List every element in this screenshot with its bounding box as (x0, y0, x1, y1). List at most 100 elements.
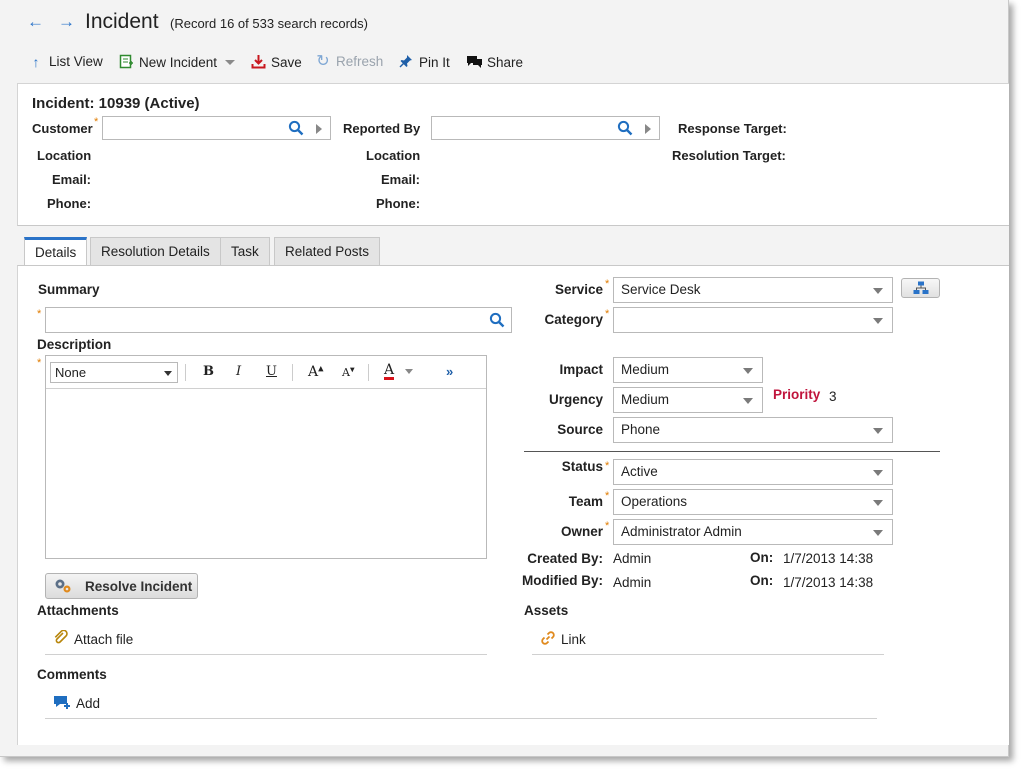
customer-lookup-input[interactable] (102, 116, 331, 140)
reported-by-lookup-input[interactable] (431, 116, 660, 140)
add-comment-link[interactable]: Add (53, 694, 100, 713)
service-hierarchy-button[interactable] (901, 278, 940, 298)
font-size-increase-icon[interactable]: A▲ (308, 364, 324, 380)
search-icon[interactable] (288, 120, 304, 136)
share-label: Share (487, 55, 524, 70)
new-incident-button[interactable]: New Incident (118, 54, 236, 71)
attachments-divider (45, 654, 487, 655)
arrow-up-icon: ↑ (32, 53, 40, 70)
required-marker: * (605, 520, 610, 532)
comments-divider (45, 718, 877, 719)
record-info: (Record 16 of 533 search records) (170, 16, 368, 31)
link-asset-link[interactable]: Link (540, 630, 586, 649)
created-on-label: On: (750, 550, 774, 565)
font-size-decrease-icon[interactable]: A▼ (342, 366, 355, 379)
required-marker: * (37, 357, 42, 369)
reporter-phone-label: Phone: (376, 196, 421, 211)
pin-it-button[interactable]: Pin It (398, 54, 450, 70)
incident-window: ← → Incident (Record 16 of 533 search re… (0, 0, 1009, 757)
format-select[interactable]: None (50, 362, 178, 383)
urgency-value: Medium (621, 392, 670, 407)
attach-file-link[interactable]: Attach file (53, 629, 133, 649)
tab-details[interactable]: Details (24, 237, 88, 266)
tab-resolution-details[interactable]: Resolution Details (90, 237, 221, 265)
modified-by-label: Modified By: (522, 573, 603, 588)
team-label: Team (568, 494, 603, 509)
customer-email-label: Email: (52, 172, 92, 187)
chevron-down-icon (873, 318, 883, 324)
summary-input[interactable] (45, 307, 512, 333)
editor-toolbar: None B I U A▲ A▼ A » (46, 356, 486, 389)
share-button[interactable]: Share (466, 54, 523, 71)
customer-location-label: Location (37, 148, 92, 163)
required-marker: * (94, 116, 99, 128)
required-marker: * (605, 460, 610, 472)
search-icon[interactable] (617, 120, 633, 136)
resolution-target-label: Resolution Target: (672, 148, 786, 163)
customer-phone-label: Phone: (47, 196, 92, 211)
customer-label: Customer (32, 121, 93, 136)
tab-task[interactable]: Task (220, 237, 270, 265)
more-tools-icon[interactable]: » (446, 364, 453, 379)
chevron-down-icon (873, 428, 883, 434)
chevron-down-icon (164, 371, 172, 376)
required-marker: * (605, 308, 610, 320)
save-label: Save (271, 55, 302, 70)
category-select[interactable] (613, 307, 893, 333)
link-asset-label: Link (561, 632, 586, 647)
new-incident-label: New Incident (139, 55, 218, 70)
attachments-label: Attachments (37, 603, 119, 618)
required-marker: * (605, 490, 610, 502)
urgency-label: Urgency (548, 392, 603, 407)
required-marker: * (37, 308, 42, 320)
impact-select[interactable]: Medium (613, 357, 763, 383)
description-editor[interactable]: None B I U A▲ A▼ A » (45, 355, 487, 559)
reporter-email-label: Email: (381, 172, 421, 187)
list-view-button[interactable]: ↑ List View (28, 54, 103, 69)
pin-it-label: Pin It (419, 54, 450, 70)
forward-arrow-icon[interactable]: → (58, 12, 75, 32)
team-select[interactable]: Operations (613, 489, 893, 515)
impact-value: Medium (621, 362, 670, 377)
chevron-down-icon (743, 368, 753, 374)
status-select[interactable]: Active (613, 459, 893, 485)
gears-icon (53, 577, 73, 598)
chevron-down-icon (743, 398, 753, 404)
font-color-icon[interactable]: A (384, 363, 395, 380)
expand-arrow-icon[interactable] (645, 124, 651, 134)
chevron-down-icon[interactable] (225, 60, 236, 65)
toolbar-divider (292, 364, 293, 381)
underline-icon[interactable]: U (266, 364, 277, 379)
incident-heading: Incident: 10939 (Active) (32, 95, 200, 112)
assets-divider (532, 654, 884, 655)
chevron-down-icon (873, 470, 883, 476)
source-value: Phone (621, 422, 661, 437)
description-label: Description (37, 337, 112, 352)
save-button[interactable]: Save (250, 54, 302, 71)
new-document-icon (118, 54, 134, 71)
chevron-down-icon[interactable] (405, 369, 413, 374)
toolbar-divider (368, 364, 369, 381)
tab-related-posts[interactable]: Related Posts (274, 237, 381, 265)
hierarchy-icon (913, 281, 929, 298)
back-arrow-icon[interactable]: ← (27, 12, 44, 32)
source-select[interactable]: Phone (613, 417, 893, 443)
pin-icon (398, 54, 414, 70)
urgency-select[interactable]: Medium (613, 387, 763, 413)
owner-select[interactable]: Administrator Admin (613, 519, 893, 545)
italic-icon[interactable]: I (236, 364, 241, 379)
chain-link-icon (540, 630, 556, 649)
priority-label: Priority (773, 387, 821, 402)
incident-header-panel: Incident: 10939 (Active) Customer * Repo… (17, 83, 1009, 226)
share-chat-icon (466, 54, 482, 71)
expand-arrow-icon[interactable] (316, 124, 322, 134)
refresh-label: Refresh (336, 54, 384, 69)
search-icon[interactable] (489, 312, 505, 331)
resolve-incident-button[interactable]: Resolve Incident (45, 573, 198, 599)
bold-icon[interactable]: B (203, 364, 214, 379)
paperclip-icon (53, 629, 69, 649)
chevron-down-icon (873, 500, 883, 506)
refresh-button[interactable]: ↻ Refresh (315, 52, 384, 70)
refresh-icon: ↻ (316, 52, 330, 70)
service-select[interactable]: Service Desk (613, 277, 893, 303)
